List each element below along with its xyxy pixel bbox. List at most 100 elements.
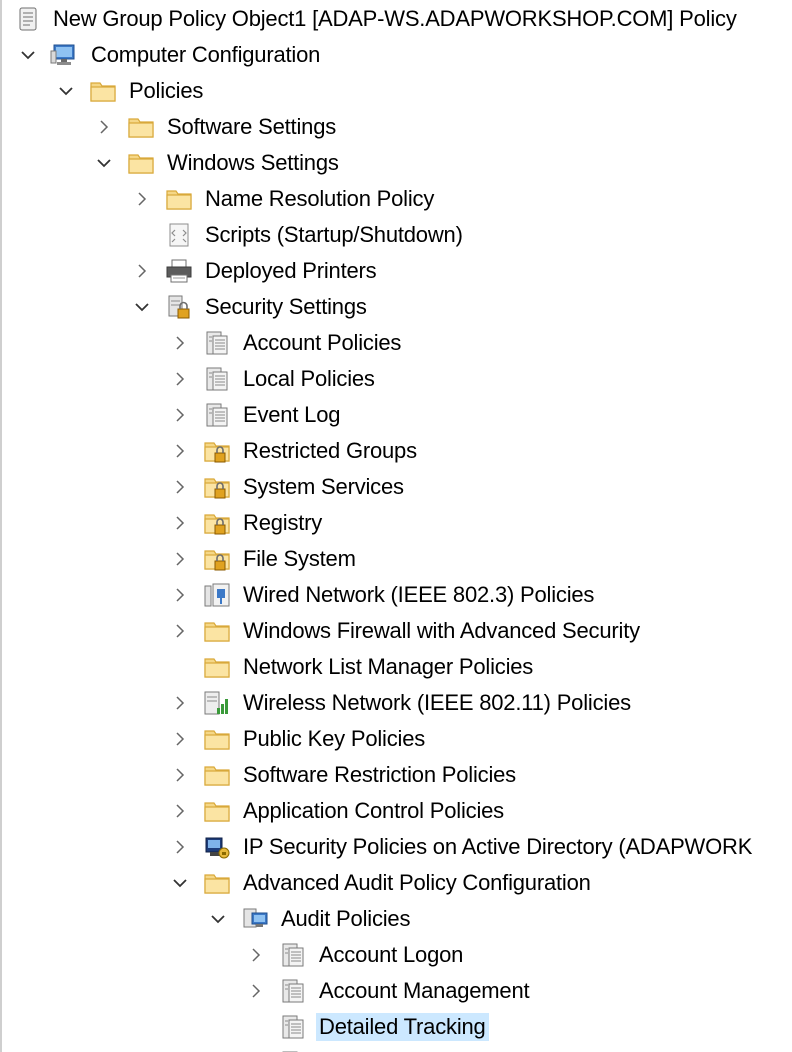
tree-label: Scripts (Startup/Shutdown)	[205, 222, 463, 247]
ip-security-icon	[202, 832, 232, 862]
tree-label: Audit Policies	[281, 906, 411, 931]
tree-node-audit-policies[interactable]: Audit Policies	[0, 901, 792, 937]
tree-node-account-management[interactable]: Account Management	[0, 973, 792, 1009]
tree-label: Security Settings	[205, 294, 367, 319]
tree-node-file-system[interactable]: File System	[0, 541, 792, 577]
tree-node-account-policies[interactable]: Account Policies	[0, 325, 792, 361]
policy-sheet-icon	[202, 400, 232, 430]
chevron-right-icon[interactable]	[166, 437, 194, 465]
chevron-down-icon[interactable]	[128, 293, 156, 321]
tree-node-root[interactable]: New Group Policy Object1 [ADAP-WS.ADAPWO…	[0, 1, 792, 37]
tree-node-windows-settings[interactable]: Windows Settings	[0, 145, 792, 181]
locked-folder-icon	[202, 436, 232, 466]
tree-node-next-partial[interactable]	[0, 1045, 792, 1052]
tree-label: Software Restriction Policies	[243, 762, 516, 787]
chevron-right-icon[interactable]	[166, 689, 194, 717]
tree-node-account-logon[interactable]: Account Logon	[0, 937, 792, 973]
tree-label: Software Settings	[167, 114, 337, 139]
tree-label: Advanced Audit Policy Configuration	[243, 870, 591, 895]
policy-sheet-icon	[278, 1048, 308, 1052]
folder-icon	[126, 148, 156, 178]
security-icon	[164, 292, 194, 322]
tree-label: Computer Configuration	[91, 42, 321, 67]
tree-node-network-list-manager[interactable]: Network List Manager Policies	[0, 649, 792, 685]
chevron-right-icon[interactable]	[166, 581, 194, 609]
chevron-right-icon[interactable]	[166, 401, 194, 429]
folder-icon	[202, 724, 232, 754]
tree-label: Account Management	[319, 978, 530, 1003]
tree-label: Windows Settings	[167, 150, 339, 175]
tree-node-software-restriction[interactable]: Software Restriction Policies	[0, 757, 792, 793]
tree-label: Registry	[243, 510, 323, 535]
chevron-right-icon[interactable]	[90, 113, 118, 141]
tree-node-windows-firewall[interactable]: Windows Firewall with Advanced Security	[0, 613, 792, 649]
chevron-right-icon[interactable]	[242, 941, 270, 969]
policy-sheet-icon	[278, 940, 308, 970]
tree-node-ip-security[interactable]: IP Security Policies on Active Directory…	[0, 829, 792, 865]
tree-node-name-resolution-policy[interactable]: Name Resolution Policy	[0, 181, 792, 217]
tree-node-public-key[interactable]: Public Key Policies	[0, 721, 792, 757]
policy-sheet-icon	[202, 328, 232, 358]
tree-label: Public Key Policies	[243, 726, 426, 751]
tree-node-wireless-network[interactable]: Wireless Network (IEEE 802.11) Policies	[0, 685, 792, 721]
folder-icon	[202, 796, 232, 826]
chevron-down-icon[interactable]	[166, 869, 194, 897]
tree-label: Windows Firewall with Advanced Security	[243, 618, 640, 643]
tree-node-event-log[interactable]: Event Log	[0, 397, 792, 433]
tree-label: Local Policies	[243, 366, 375, 391]
tree-node-advanced-audit[interactable]: Advanced Audit Policy Configuration	[0, 865, 792, 901]
tree-label: Wired Network (IEEE 802.3) Policies	[243, 582, 595, 607]
script-icon	[164, 220, 194, 250]
chevron-right-icon[interactable]	[166, 833, 194, 861]
folder-icon	[164, 184, 194, 214]
chevron-right-icon[interactable]	[166, 365, 194, 393]
tree-label: Network List Manager Policies	[243, 654, 534, 679]
chevron-right-icon[interactable]	[166, 545, 194, 573]
folder-icon	[88, 76, 118, 106]
chevron-right-icon[interactable]	[166, 329, 194, 357]
tree-label: File System	[243, 546, 356, 571]
wired-network-icon	[202, 580, 232, 610]
chevron-right-icon[interactable]	[128, 257, 156, 285]
tree-node-restricted-groups[interactable]: Restricted Groups	[0, 433, 792, 469]
tree-node-registry[interactable]: Registry	[0, 505, 792, 541]
policy-sheet-icon	[278, 976, 308, 1006]
chevron-right-icon[interactable]	[166, 761, 194, 789]
chevron-right-icon[interactable]	[128, 185, 156, 213]
printer-icon	[164, 256, 194, 286]
chevron-right-icon[interactable]	[242, 977, 270, 1005]
tree-node-policies[interactable]: Policies	[0, 73, 792, 109]
policy-tree: New Group Policy Object1 [ADAP-WS.ADAPWO…	[0, 0, 792, 1052]
tree-label: New Group Policy Object1 [ADAP-WS.ADAPWO…	[53, 6, 737, 31]
tree-label: Restricted Groups	[243, 438, 417, 463]
tree-node-software-settings[interactable]: Software Settings	[0, 109, 792, 145]
tree-label: Account Logon	[319, 942, 464, 967]
tree-node-detailed-tracking[interactable]: Detailed Tracking	[0, 1009, 792, 1045]
chevron-down-icon[interactable]	[90, 149, 118, 177]
chevron-right-icon[interactable]	[166, 725, 194, 753]
tree-node-computer-configuration[interactable]: Computer Configuration	[0, 37, 792, 73]
tree-label: Wireless Network (IEEE 802.11) Policies	[243, 690, 631, 715]
tree-node-scripts[interactable]: Scripts (Startup/Shutdown)	[0, 217, 792, 253]
policy-scroll-icon	[14, 4, 44, 34]
chevron-down-icon[interactable]	[14, 41, 42, 69]
tree-node-security-settings[interactable]: Security Settings	[0, 289, 792, 325]
locked-folder-icon	[202, 544, 232, 574]
audit-policies-icon	[240, 904, 270, 934]
chevron-right-icon[interactable]	[166, 797, 194, 825]
folder-icon	[202, 760, 232, 790]
policy-sheet-icon	[202, 364, 232, 394]
chevron-down-icon[interactable]	[204, 905, 232, 933]
tree-node-wired-network[interactable]: Wired Network (IEEE 802.3) Policies	[0, 577, 792, 613]
tree-label: Application Control Policies	[243, 798, 504, 823]
tree-node-application-control[interactable]: Application Control Policies	[0, 793, 792, 829]
tree-label: Name Resolution Policy	[205, 186, 435, 211]
chevron-right-icon[interactable]	[166, 509, 194, 537]
chevron-right-icon[interactable]	[166, 473, 194, 501]
chevron-down-icon[interactable]	[52, 77, 80, 105]
tree-node-system-services[interactable]: System Services	[0, 469, 792, 505]
tree-node-deployed-printers[interactable]: Deployed Printers	[0, 253, 792, 289]
tree-node-local-policies[interactable]: Local Policies	[0, 361, 792, 397]
folder-icon	[126, 112, 156, 142]
chevron-right-icon[interactable]	[166, 617, 194, 645]
